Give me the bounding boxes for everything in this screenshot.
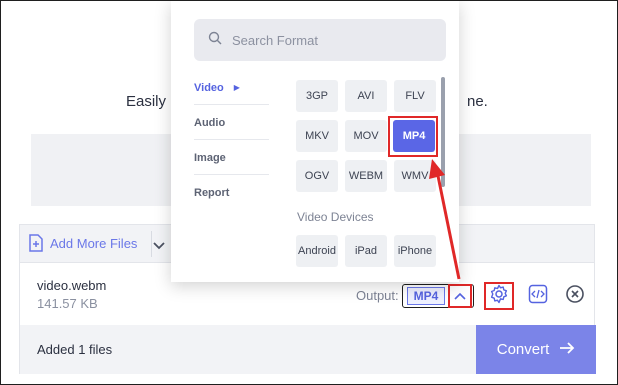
arrow-right-icon [559, 341, 575, 359]
code-icon [528, 284, 548, 309]
format-option[interactable]: WMV [394, 160, 436, 192]
files-footer: Added 1 files Convert [20, 325, 596, 374]
add-more-files-button[interactable]: Add More Files [28, 234, 137, 252]
gear-icon [489, 284, 509, 309]
category-label: Video [194, 81, 224, 94]
chevron-up-icon [454, 287, 466, 305]
format-list-scrollbar[interactable] [441, 77, 445, 187]
category-video[interactable]: Video ▶ [194, 71, 269, 105]
app-frame: Easily ne. Add More Files video.webm 141 [0, 0, 618, 385]
device-option[interactable]: Android [296, 235, 338, 267]
video-devices-heading: Video Devices [297, 210, 374, 224]
format-option[interactable]: OGV [296, 160, 338, 192]
format-option[interactable]: FLV [394, 80, 436, 112]
chevron-down-icon[interactable] [152, 238, 166, 256]
file-name: video.webm [37, 278, 107, 293]
convert-button[interactable]: Convert [476, 325, 596, 374]
file-size: 141.57 KB [37, 296, 98, 311]
format-option[interactable]: MOV [345, 120, 387, 152]
format-option[interactable]: AVI [345, 80, 387, 112]
convert-label: Convert [496, 341, 550, 358]
format-option[interactable]: MKV [296, 120, 338, 152]
search-icon [194, 31, 222, 50]
device-option[interactable]: iPad [345, 235, 387, 267]
format-search-input[interactable] [232, 32, 432, 48]
category-image[interactable]: Image [194, 141, 269, 175]
added-files-count: Added 1 files [37, 342, 113, 357]
output-label: Output: [356, 288, 399, 303]
device-option[interactable]: iPhone [394, 235, 436, 267]
tagline-left-text: Easily [126, 93, 167, 110]
file-plus-icon [28, 234, 44, 252]
format-dropdown: Video ▶ Audio Image Report 3GP AVI FLV M… [171, 1, 459, 282]
format-search-box[interactable] [194, 19, 446, 61]
caret-right-icon: ▶ [233, 83, 240, 92]
category-label: Image [194, 151, 226, 164]
settings-button[interactable] [484, 282, 514, 310]
remove-file-button[interactable] [560, 282, 590, 310]
close-circle-icon [565, 284, 585, 309]
format-option[interactable]: WEBM [345, 160, 387, 192]
embed-button[interactable] [523, 282, 553, 310]
selected-format-highlight [388, 116, 438, 157]
category-audio[interactable]: Audio [194, 106, 269, 140]
tagline-right-text: ne. [467, 93, 488, 110]
output-format-value: MP4 [407, 287, 445, 305]
add-more-files-label: Add More Files [50, 235, 138, 251]
category-label: Report [194, 187, 230, 199]
format-option[interactable]: 3GP [296, 80, 338, 112]
category-label: Audio [194, 116, 226, 129]
output-toggle-button[interactable] [448, 284, 472, 308]
category-report[interactable]: Report [194, 176, 269, 210]
